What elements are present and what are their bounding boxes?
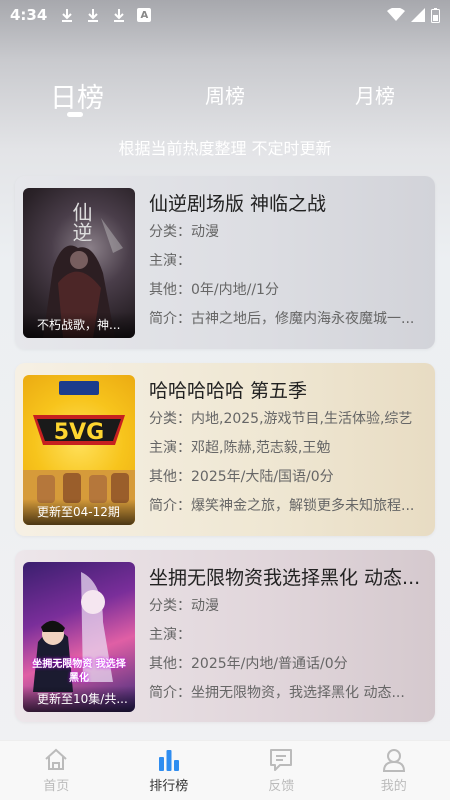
poster-image[interactable]: 坐拥无限物资 我选择黑化 更新至10集/共... bbox=[23, 562, 135, 712]
bottom-navigation: 首页 排行榜 反馈 我的 bbox=[0, 740, 450, 800]
item-category: 分类：内地,2025,游戏节目,生活体验,综艺 bbox=[149, 411, 413, 427]
item-other: 其他：2025年/大陆/国语/0分 bbox=[149, 469, 334, 485]
item-cast: 主演： bbox=[149, 253, 191, 269]
status-bar: 4:34 A bbox=[0, 0, 450, 30]
item-intro: 简介：古神之地后，修魔内海永夜魔城一... bbox=[149, 311, 415, 327]
nav-feedback[interactable]: 反馈 bbox=[225, 741, 338, 800]
user-icon bbox=[382, 749, 405, 772]
item-cast: 主演：邓超,陈赫,范志毅,王勉 bbox=[149, 440, 331, 456]
download-icon bbox=[62, 9, 73, 22]
poster-image[interactable]: 仙逆 不朽战歌，神... bbox=[23, 188, 135, 338]
download-icon bbox=[114, 9, 125, 22]
item-other: 其他：0年/内地//1分 bbox=[149, 282, 279, 298]
nav-profile[interactable]: 我的 bbox=[338, 741, 450, 800]
item-title[interactable]: 哈哈哈哈哈 第五季 bbox=[149, 377, 427, 405]
item-intro: 简介：爆笑神金之旅，解锁更多未知旅程... bbox=[149, 498, 415, 514]
nav-ranking[interactable]: 排行榜 bbox=[113, 741, 226, 800]
nav-profile-label: 我的 bbox=[380, 779, 407, 794]
tab-daily[interactable]: 日榜 bbox=[50, 76, 104, 115]
ranking-tabs: 日榜 周榜 月榜 bbox=[0, 72, 450, 122]
list-item[interactable]: 5VG 更新至04-12期 哈哈哈哈哈 第五季 分类：内地,2025,游戏节目,… bbox=[15, 363, 435, 536]
item-cast: 主演： bbox=[149, 627, 191, 643]
poster-title-text: 5VG bbox=[53, 420, 105, 445]
wifi-icon bbox=[387, 8, 405, 21]
list-item[interactable]: 仙逆 不朽战歌，神... 仙逆剧场版 神临之战 分类：动漫 主演： 其他：0年/… bbox=[15, 176, 435, 349]
poster-image[interactable]: 5VG 更新至04-12期 bbox=[23, 375, 135, 525]
nav-home-label: 首页 bbox=[43, 779, 70, 794]
tab-weekly[interactable]: 周榜 bbox=[205, 80, 245, 109]
download-icon bbox=[88, 9, 99, 22]
poster-title-text: 坐拥无限物资 我选择黑化 bbox=[32, 659, 126, 684]
item-title[interactable]: 坐拥无限物资我选择黑化 动态... bbox=[149, 564, 427, 592]
item-category: 分类：动漫 bbox=[149, 224, 219, 240]
home-icon bbox=[45, 748, 67, 770]
feedback-icon bbox=[270, 749, 293, 771]
poster-caption: 不朽战歌，神... bbox=[23, 312, 135, 338]
item-title[interactable]: 仙逆剧场版 神临之战 bbox=[149, 190, 427, 218]
signal-icon bbox=[411, 8, 425, 22]
battery-icon bbox=[431, 7, 440, 23]
item-other: 其他：2025年/内地/普通话/0分 bbox=[149, 656, 348, 672]
poster-title-text: 仙逆 bbox=[69, 202, 93, 242]
list-item[interactable]: 坐拥无限物资 我选择黑化 更新至10集/共... 坐拥无限物资我选择黑化 动态.… bbox=[15, 550, 435, 722]
a-icon: A bbox=[137, 8, 152, 22]
tab-monthly[interactable]: 月榜 bbox=[355, 80, 395, 109]
item-category: 分类：动漫 bbox=[149, 598, 219, 614]
nav-ranking-label: 排行榜 bbox=[149, 779, 189, 794]
poster-caption: 更新至10集/共... bbox=[23, 686, 135, 712]
active-tab-indicator bbox=[67, 112, 83, 117]
status-time: 4:34 bbox=[10, 6, 48, 24]
nav-feedback-label: 反馈 bbox=[268, 779, 295, 794]
item-intro: 简介：坐拥无限物资，我选择黑化 动态... bbox=[149, 685, 405, 701]
ranking-subtitle: 根据当前热度整理 不定时更新 bbox=[118, 139, 332, 158]
chart-icon bbox=[158, 750, 179, 771]
nav-home[interactable]: 首页 bbox=[0, 741, 113, 800]
poster-caption: 更新至04-12期 bbox=[23, 499, 135, 525]
